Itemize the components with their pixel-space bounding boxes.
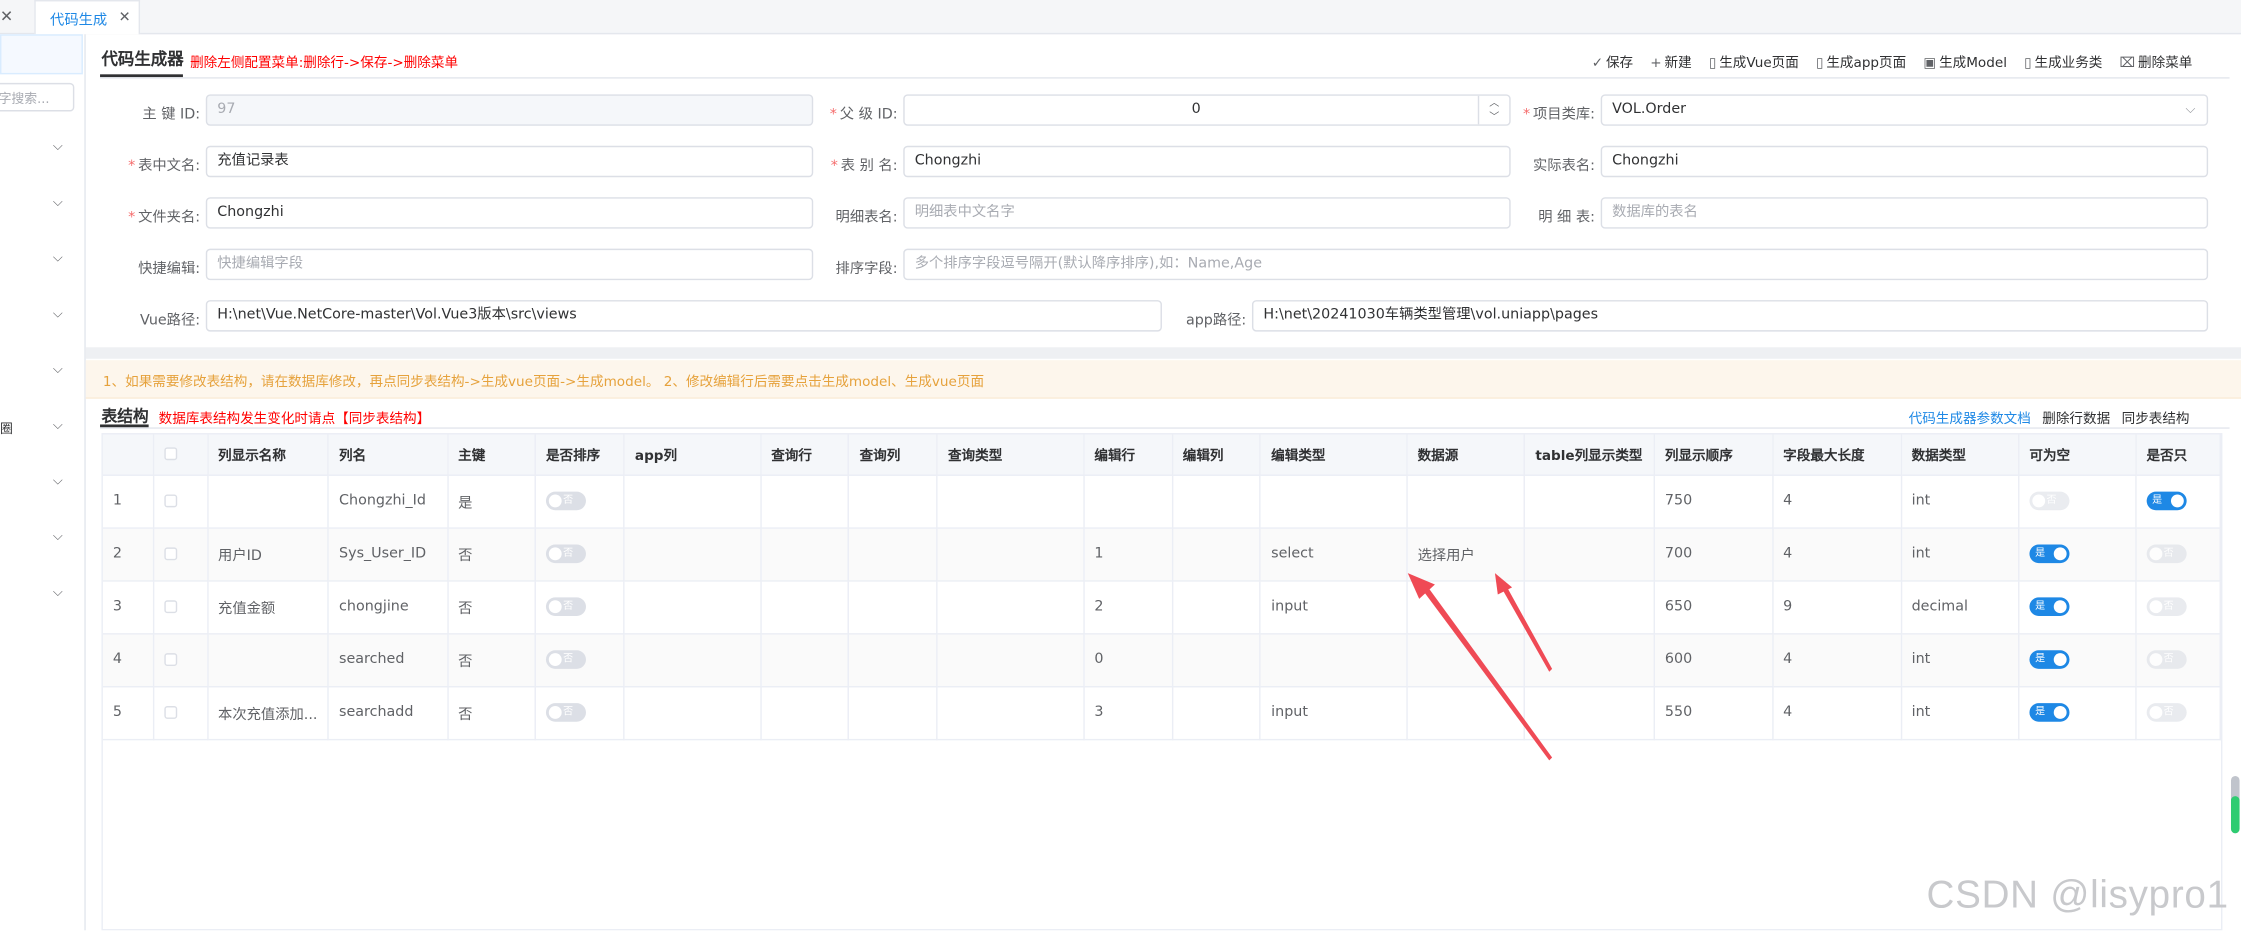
annotation-arrow xyxy=(1424,588,1553,761)
scroll-indicator xyxy=(2230,796,2240,834)
annotation-arrow-head xyxy=(1494,573,1513,595)
annotation-arrows xyxy=(1407,573,1553,761)
annotation-arrow xyxy=(1502,585,1553,672)
watermark: CSDN @lisypro1 xyxy=(1926,873,2229,917)
